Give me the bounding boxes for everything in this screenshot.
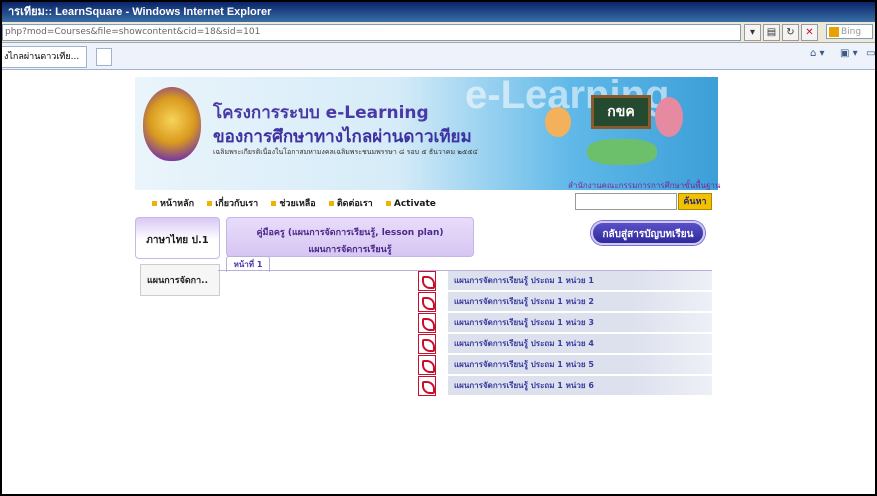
royal-seal-logo <box>143 87 201 161</box>
nav-item-home[interactable]: หน้าหลัก <box>152 199 194 209</box>
list-item[interactable]: แผนการจัดการเรียนรู้ ประถม 1 หน่วย 1 <box>418 271 712 291</box>
child-illustration <box>655 97 683 137</box>
pdf-icon[interactable] <box>418 271 436 291</box>
lesson-link[interactable]: แผนการจัดการเรียนรู้ ประถม 1 หน่วย 6 <box>448 376 712 395</box>
pdf-icon[interactable] <box>418 355 436 375</box>
banner-note: เฉลิมพระเกียรติเนื่องในโอกาสมหามงคลเฉลิม… <box>213 148 478 156</box>
nav-item-contact[interactable]: ติดต่อเรา <box>329 199 373 209</box>
window-title: ารเทียม:: LearnSquare - Windows Internet… <box>2 2 875 22</box>
course-title: ภาษาไทย ป.1 <box>146 235 209 246</box>
sidebar-item-lesson-plan[interactable]: แผนการจัดกา.. <box>140 264 220 296</box>
list-item[interactable]: แผนการจัดการเรียนรู้ ประถม 1 หน่วย 5 <box>418 355 712 375</box>
page-content: e-Learning โครงการระบบ e-Learning ของการ… <box>2 70 875 494</box>
address-input[interactable]: php?mod=Courses&file=showcontent&cid=18&… <box>2 24 741 41</box>
pdf-icon[interactable] <box>418 313 436 333</box>
search-button[interactable]: ค้นหา <box>678 193 712 210</box>
lesson-link[interactable]: แผนการจัดการเรียนรู้ ประถม 1 หน่วย 2 <box>448 292 712 311</box>
lesson-link[interactable]: แผนการจัดการเรียนรู้ ประถม 1 หน่วย 5 <box>448 355 712 374</box>
home-icon[interactable]: ⌂ ▾ <box>810 48 825 59</box>
section-subtitle: แผนการจัดการเรียนรู้ <box>308 245 392 255</box>
list-item[interactable]: แผนการจัดการเรียนรู้ ประถม 1 หน่วย 2 <box>418 292 712 312</box>
course-title-box: ภาษาไทย ป.1 <box>135 217 220 259</box>
dropdown-icon[interactable]: ▾ <box>744 24 761 41</box>
lesson-link[interactable]: แผนการจัดการเรียนรู้ ประถม 1 หน่วย 1 <box>448 271 712 290</box>
refresh-icon[interactable]: ↻ <box>782 24 799 41</box>
feeds-icon[interactable]: ▣ ▾ <box>840 48 858 59</box>
lesson-link[interactable]: แผนการจัดการเรียนรู้ ประถม 1 หน่วย 3 <box>448 313 712 332</box>
search-input[interactable]: Bing <box>826 24 873 39</box>
tab-bar: งไกลผ่านดาวเทีย... ⌂ ▾ ▣ ▾ ▭ <box>2 43 875 70</box>
new-tab-button[interactable] <box>96 48 112 66</box>
nav-item-help[interactable]: ช่วยเหลือ <box>271 199 315 209</box>
browser-window: ารเทียม:: LearnSquare - Windows Internet… <box>2 2 875 494</box>
compatibility-icon[interactable]: ▤ <box>763 24 780 41</box>
pdf-icon[interactable] <box>418 292 436 312</box>
banner-subtitle: ของการศึกษาทางไกลผ่านดาวเทียม <box>213 127 472 147</box>
back-to-contents-button[interactable]: กลับสู่สารบัญบทเรียน <box>591 221 705 245</box>
child-illustration <box>545 107 571 137</box>
banner-title: โครงการระบบ e-Learning <box>213 103 429 123</box>
list-item[interactable]: แผนการจัดการเรียนรู้ ประถม 1 หน่วย 4 <box>418 334 712 354</box>
lesson-list: แผนการจัดการเรียนรู้ ประถม 1 หน่วย 1 แผน… <box>418 271 712 397</box>
section-header: คู่มือครู (แผนการจัดการเรียนรู้, lesson … <box>226 217 474 257</box>
site-search-input[interactable] <box>575 193 677 210</box>
children-reading-illustration <box>587 139 657 165</box>
pdf-icon[interactable] <box>418 334 436 354</box>
main-nav: หน้าหลัก เกี่ยวกับเรา ช่วยเหลือ ติดต่อเร… <box>152 196 446 210</box>
chalkboard-illustration: กขค <box>591 95 651 129</box>
section-title: คู่มือครู (แผนการจัดการเรียนรู้, lesson … <box>256 228 444 238</box>
nav-item-about[interactable]: เกี่ยวกับเรา <box>207 199 258 209</box>
print-icon[interactable]: ▭ <box>866 48 875 59</box>
header-banner: e-Learning โครงการระบบ e-Learning ของการ… <box>135 77 718 190</box>
list-item[interactable]: แผนการจัดการเรียนรู้ ประถม 1 หน่วย 3 <box>418 313 712 333</box>
sidebar-item-label: แผนการจัดกา.. <box>147 276 209 286</box>
pdf-icon[interactable] <box>418 376 436 396</box>
lesson-link[interactable]: แผนการจัดการเรียนรู้ ประถม 1 หน่วย 4 <box>448 334 712 353</box>
tab-current[interactable]: งไกลผ่านดาวเทีย... <box>2 46 87 68</box>
stop-icon[interactable]: ✕ <box>801 24 818 41</box>
nav-item-activate[interactable]: Activate <box>386 199 436 209</box>
list-item[interactable]: แผนการจัดการเรียนรู้ ประถม 1 หน่วย 6 <box>418 376 712 396</box>
address-bar-row: php?mod=Courses&file=showcontent&cid=18&… <box>2 22 875 43</box>
agency-name: สำนักงานคณะกรรมการการศึกษาขั้นพื้นฐาน <box>568 181 721 190</box>
